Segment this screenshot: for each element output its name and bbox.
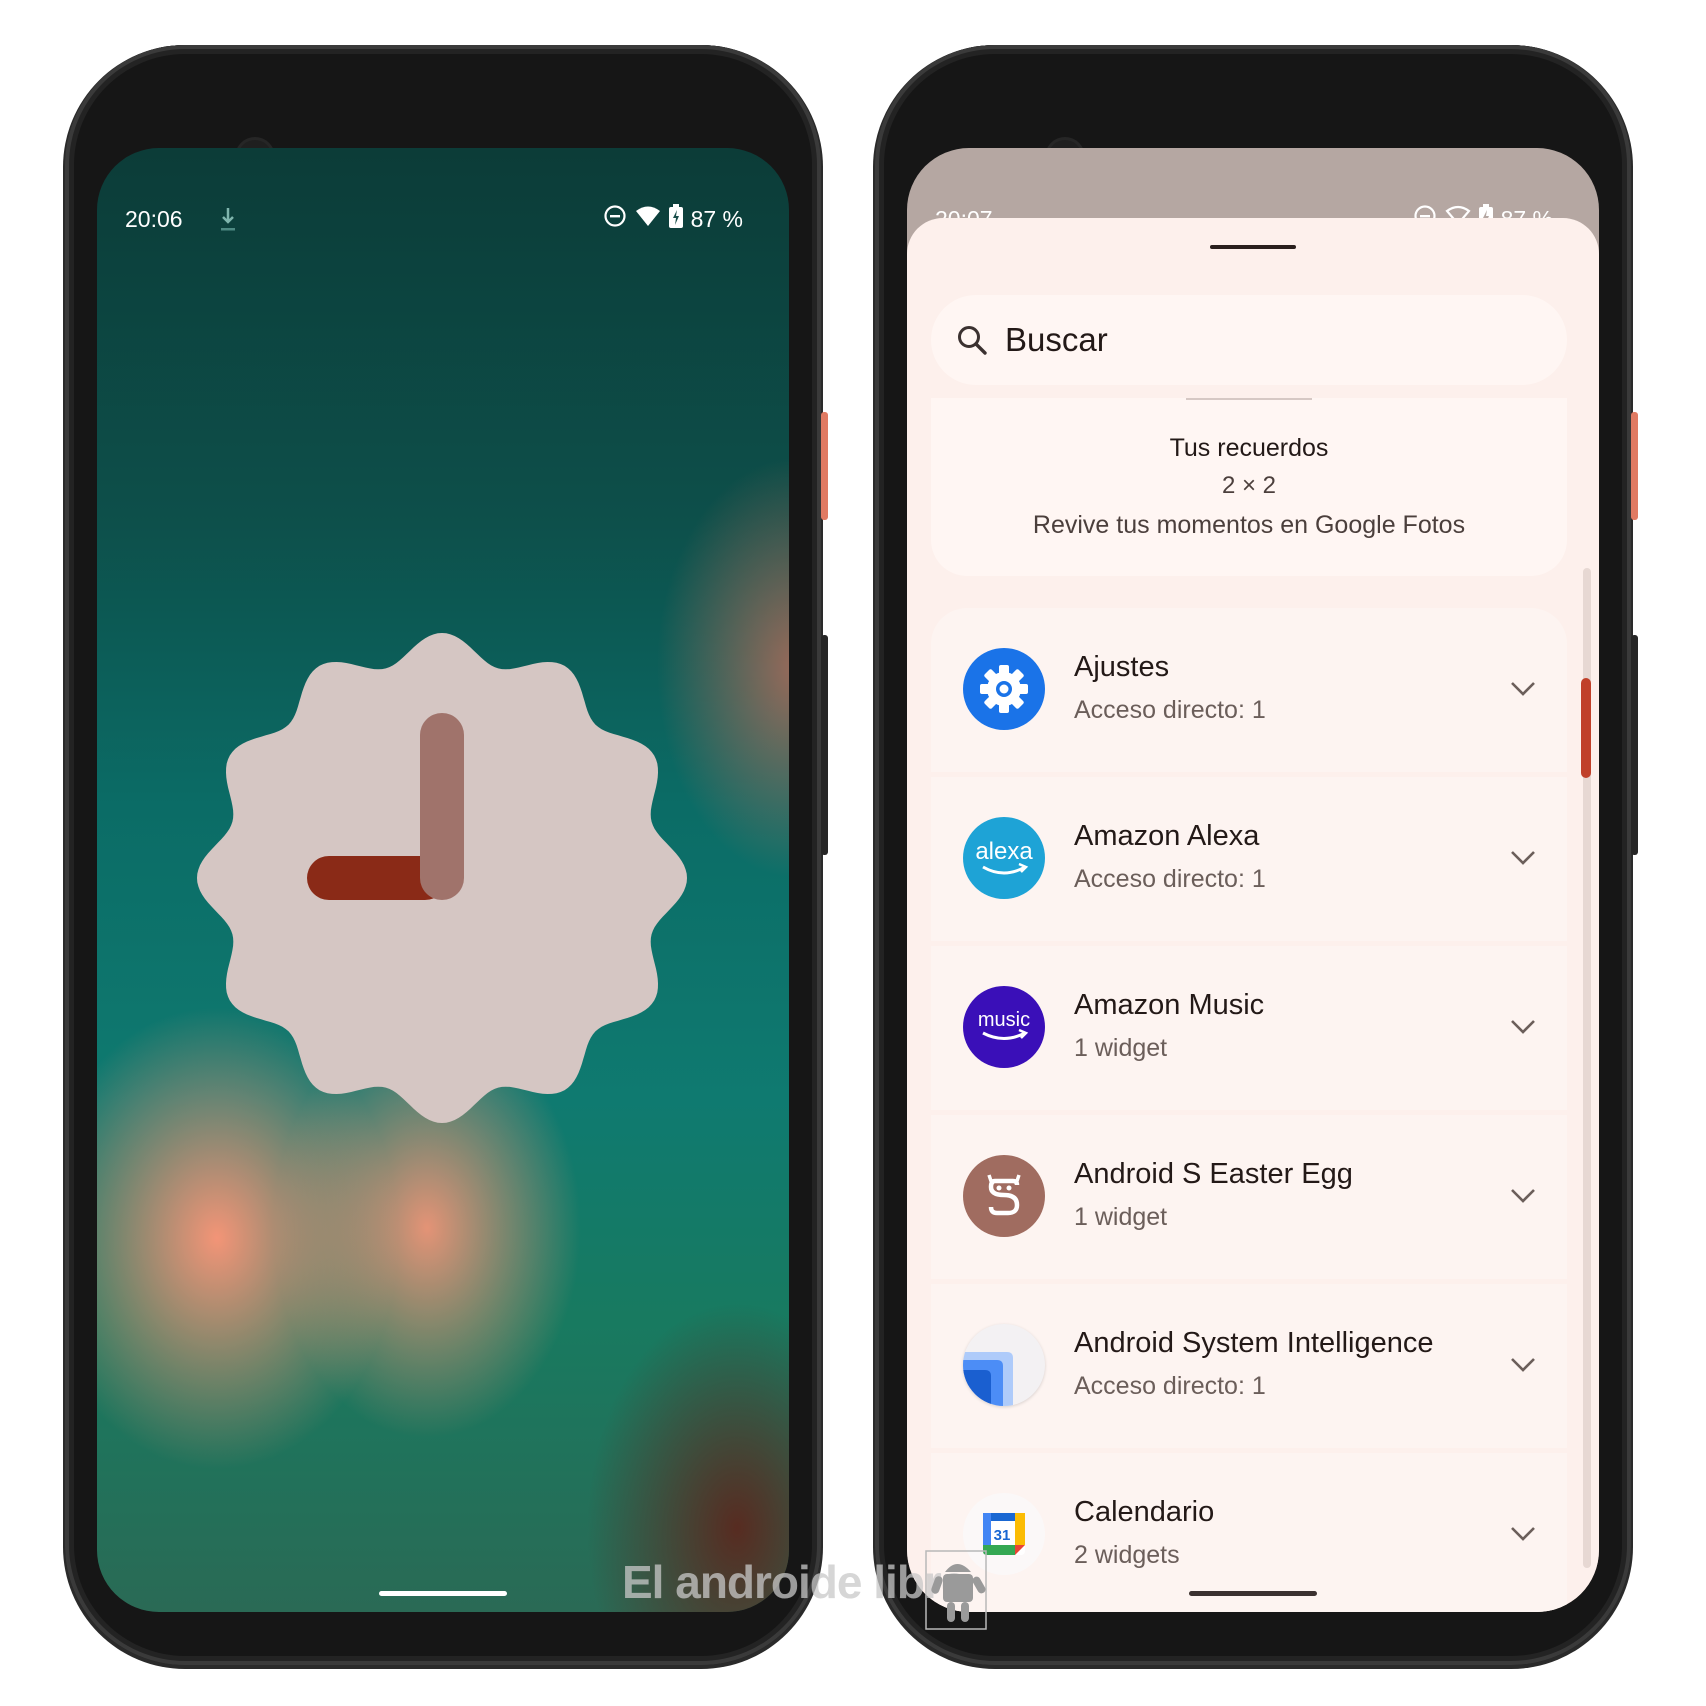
app-subtitle: 1 widget	[1074, 1034, 1168, 1062]
do-not-disturb-icon	[603, 204, 627, 234]
widget-preview-card[interactable]: Tus recuerdos 2 × 2 Revive tus momentos …	[931, 398, 1567, 576]
minute-hand	[420, 713, 464, 900]
widget-preview-description: Revive tus momentos en Google Fotos	[1032, 511, 1466, 539]
chevron-down-icon[interactable]	[1507, 1010, 1539, 1042]
gear-tooth	[980, 684, 992, 694]
list-item-android-system-intelligence[interactable]: Android System Intelligence Acceso direc…	[931, 1284, 1567, 1448]
android-robot-logo-icon	[925, 1550, 990, 1630]
list-item-amazon-alexa[interactable]: alexa Amazon Alexa Acceso directo: 1	[931, 777, 1567, 941]
chevron-down-icon[interactable]	[1507, 672, 1539, 704]
list-item-amazon-music[interactable]: music Amazon Music 1 widget	[931, 946, 1567, 1110]
clock-face	[197, 633, 687, 1123]
android-system-intelligence-icon	[963, 1324, 1045, 1406]
app-subtitle: Acceso directo: 1	[1074, 865, 1266, 893]
alexa-icon: alexa	[963, 817, 1045, 899]
music-label: music	[978, 1009, 1030, 1031]
clock-widget[interactable]	[182, 618, 702, 1138]
search-input[interactable]: Buscar	[931, 295, 1567, 385]
app-widget-list: Ajustes Acceso directo: 1 alexa Amazon A…	[931, 608, 1567, 1612]
app-name: Amazon Alexa	[1074, 820, 1260, 852]
battery-charging-icon	[668, 204, 683, 234]
scrollbar-thumb[interactable]	[1581, 678, 1591, 778]
home-indicator[interactable]	[379, 1591, 507, 1596]
search-placeholder: Buscar	[1005, 321, 1108, 358]
app-name: Android S Easter Egg	[1074, 1158, 1353, 1190]
widget-picker-sheet: Buscar Tus recuerdos 2 × 2 Revive tus mo…	[907, 218, 1599, 1612]
list-item-android-s-easter-egg[interactable]: Android S Easter Egg 1 widget	[931, 1115, 1567, 1279]
status-bar: 20:06 87 %	[97, 148, 789, 232]
app-name: Calendario	[1074, 1496, 1215, 1528]
widget-picker-screen: 20:07 87 % Buscar	[907, 148, 1599, 1612]
power-button	[1631, 412, 1638, 520]
wifi-icon	[635, 205, 661, 233]
widget-preview-size: 2 × 2	[1221, 472, 1277, 499]
chevron-down-icon[interactable]	[1507, 841, 1539, 873]
volume-button	[821, 635, 828, 855]
list-item-calendario[interactable]: 31 Calendario 2 widgets	[931, 1453, 1567, 1612]
home-indicator[interactable]	[1189, 1591, 1317, 1596]
battery-percentage: 87 %	[690, 205, 743, 232]
app-subtitle: 1 widget	[1074, 1203, 1168, 1231]
home-screen: 20:06 87 %	[97, 148, 789, 1612]
drag-handle[interactable]	[1210, 245, 1296, 249]
app-name: Amazon Music	[1074, 989, 1265, 1021]
search-icon	[955, 323, 989, 357]
list-item-ajustes[interactable]: Ajustes Acceso directo: 1	[931, 608, 1567, 772]
app-subtitle: Acceso directo: 1	[1074, 1372, 1266, 1400]
settings-gear-icon	[963, 648, 1045, 730]
app-subtitle: 2 widgets	[1074, 1541, 1180, 1569]
chevron-down-icon[interactable]	[1507, 1348, 1539, 1380]
alexa-label: alexa	[975, 838, 1033, 865]
chevron-down-icon[interactable]	[1507, 1517, 1539, 1549]
app-name: Android System Intelligence	[1074, 1327, 1434, 1359]
preview-divider	[1186, 398, 1312, 400]
status-bar: 20:07 87 %	[907, 148, 1599, 232]
gear-tooth	[1016, 684, 1028, 694]
app-name: Ajustes	[1074, 651, 1170, 683]
download-icon	[219, 206, 237, 238]
gear-tooth	[999, 665, 1009, 677]
chevron-down-icon[interactable]	[1507, 1179, 1539, 1211]
amazon-music-icon: music	[963, 986, 1045, 1068]
phone-right: 20:07 87 % Buscar	[875, 45, 1638, 1665]
phone-left: 20:06 87 %	[65, 45, 828, 1665]
widget-preview-title: Tus recuerdos	[1169, 434, 1329, 462]
android-s-easter-egg-icon	[963, 1155, 1045, 1237]
calendar-day: 31	[994, 1527, 1011, 1544]
power-button	[821, 412, 828, 520]
volume-button	[1631, 635, 1638, 855]
app-subtitle: Acceso directo: 1	[1074, 696, 1266, 724]
gear-tooth	[999, 701, 1009, 713]
watermark-text: El androide libre	[622, 1556, 966, 1608]
status-time: 20:06	[125, 206, 183, 232]
